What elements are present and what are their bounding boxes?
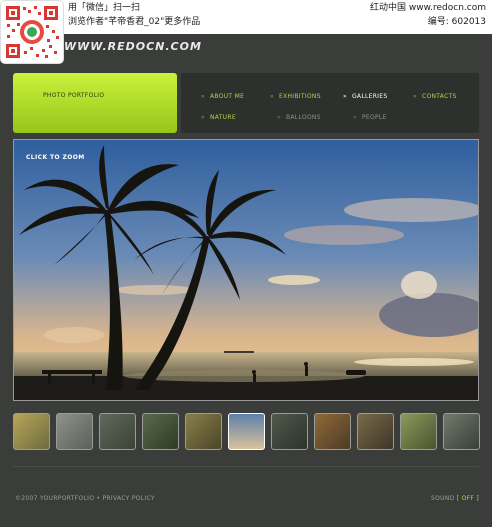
thumbnail[interactable] <box>314 413 351 450</box>
nav-galleries[interactable]: » GALLERIES <box>343 93 387 100</box>
thumbnail-strip <box>13 413 480 451</box>
thumbnail[interactable] <box>357 413 394 450</box>
thumbnail[interactable] <box>271 413 308 450</box>
bullet-icon: » <box>201 114 205 121</box>
nav-exhibitions[interactable]: » EXHIBITIONS <box>270 93 321 100</box>
main-nav: » ABOUT ME » EXHIBITIONS » GALLERIES » CONTA… <box>181 73 479 133</box>
section-title: PHOTO PORTFOLIO <box>43 92 105 99</box>
bullet-icon: » <box>201 93 205 100</box>
nav-people[interactable]: » PEOPLE <box>353 114 387 121</box>
nav-balloons[interactable]: » BALLOONS <box>277 114 321 121</box>
bullet-icon: » <box>343 93 347 100</box>
sound-label: SOUND <box>431 495 455 502</box>
wechat-scan-text: 用「微信」扫一扫 <box>68 3 141 13</box>
click-to-zoom-label: CLICK TO ZOOM <box>26 154 85 161</box>
item-code-text: 编号: 602013 <box>427 17 486 27</box>
section-header: PHOTO PORTFOLIO <box>13 73 177 133</box>
footer-copyright[interactable]: ©2007 YOURPORTFOLIO • PRIVACY POLICY <box>15 495 155 502</box>
main-photo[interactable] <box>13 139 479 401</box>
bullet-icon: » <box>277 114 281 121</box>
nav-about-me[interactable]: » ABOUT ME <box>201 93 244 100</box>
thumbnail[interactable] <box>185 413 222 450</box>
thumbnail-selected[interactable] <box>228 413 265 450</box>
brand-text: 红动中国 www.redocn.com <box>370 3 486 13</box>
watermark-bar: 用「微信」扫一扫 浏览作者"芊帝香君_02"更多作品 红动中国 www.redo… <box>0 0 492 34</box>
thumbnail[interactable] <box>56 413 93 450</box>
nav-nature[interactable]: » NATURE <box>201 114 236 121</box>
footer-divider <box>13 466 479 467</box>
bullet-icon: » <box>413 93 417 100</box>
nav-contacts[interactable]: » CONTACTS <box>413 93 457 100</box>
thumbnail[interactable] <box>400 413 437 450</box>
thumbnail[interactable] <box>443 413 480 450</box>
thumbnail[interactable] <box>99 413 136 450</box>
bullet-icon: » <box>270 93 274 100</box>
bullet-icon: » <box>353 114 357 121</box>
qr-code-image <box>1 1 63 63</box>
author-text: 浏览作者"芊帝香君_02"更多作品 <box>68 17 201 27</box>
sound-state[interactable]: [ OFF ] <box>457 495 479 502</box>
thumbnail[interactable] <box>142 413 179 450</box>
site-logo[interactable]: WWW.REDOCN.COM <box>64 40 202 53</box>
sound-toggle[interactable]: SOUND [ OFF ] <box>431 495 479 502</box>
thumbnail[interactable] <box>13 413 50 450</box>
